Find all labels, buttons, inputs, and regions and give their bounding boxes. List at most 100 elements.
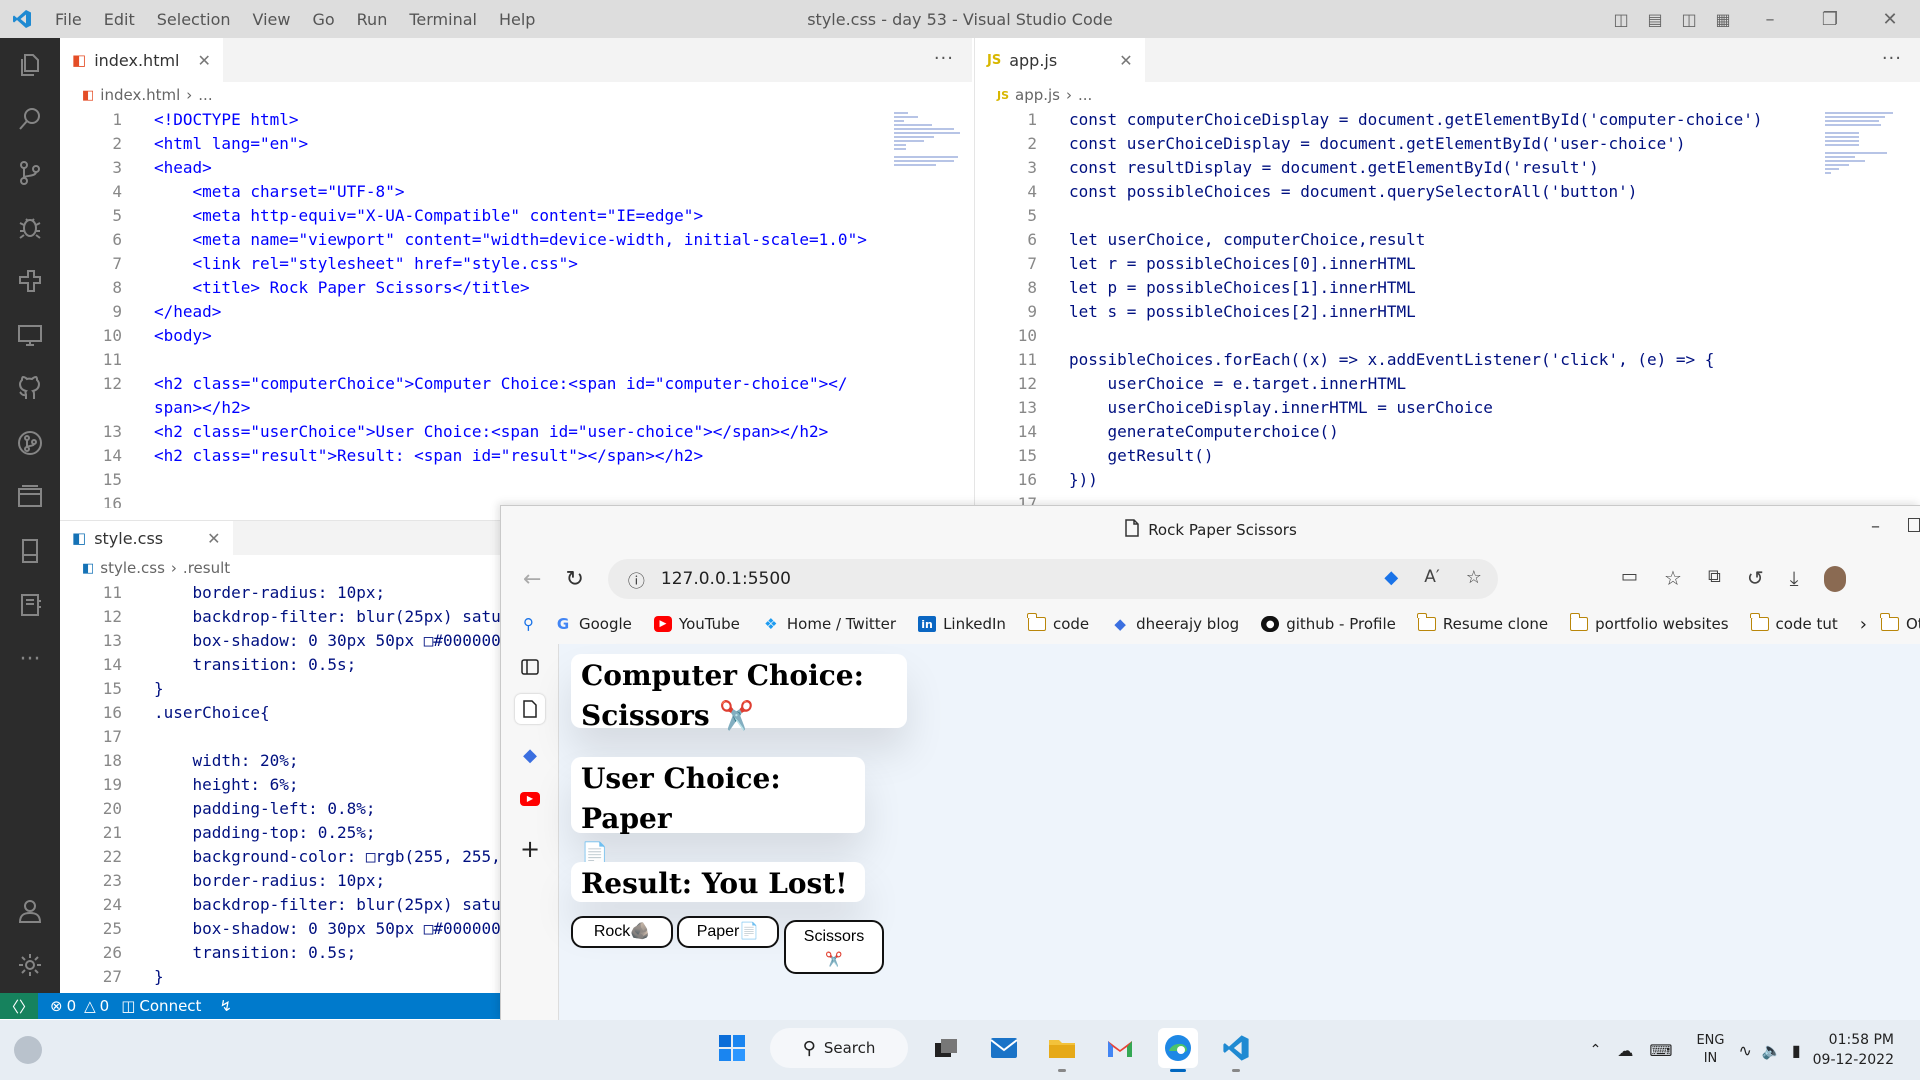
- code-line[interactable]: 15 getResult(): [975, 444, 1920, 468]
- favorites-icon[interactable]: ☆: [1664, 566, 1682, 592]
- code-line[interactable]: 5: [975, 204, 1920, 228]
- profile-avatar[interactable]: [1824, 566, 1847, 592]
- menu-help[interactable]: Help: [488, 10, 546, 29]
- code-line[interactable]: 5 <meta http-equiv="X-UA-Compatible" con…: [60, 204, 972, 228]
- downloads-icon[interactable]: ⤓: [1790, 566, 1799, 592]
- volume-icon[interactable]: 🔈: [1762, 1041, 1782, 1060]
- code-line[interactable]: 9 let s = possibleChoices[2].innerHTML: [975, 300, 1920, 324]
- remote-explorer-icon[interactable]: [0, 308, 60, 362]
- notes-icon[interactable]: [0, 578, 60, 632]
- cast-icon[interactable]: ▭: [1621, 566, 1638, 592]
- code-line[interactable]: 2 const userChoiceDisplay = document.getE…: [975, 132, 1920, 156]
- code-line[interactable]: 6 <meta name="viewport" content="width=d…: [60, 228, 972, 252]
- menu-go[interactable]: Go: [301, 10, 345, 29]
- code-line[interactable]: 17: [60, 725, 500, 749]
- code-line[interactable]: 4 const possibleChoices = document.queryS…: [975, 180, 1920, 204]
- extensions-icon[interactable]: [0, 254, 60, 308]
- code-line[interactable]: 12 userChoice = e.target.innerHTML: [975, 372, 1920, 396]
- menu-selection[interactable]: Selection: [146, 10, 242, 29]
- code-line[interactable]: 13 userChoiceDisplay.innerHTML = userCho…: [975, 396, 1920, 420]
- bookmark-folder-code-tut[interactable]: code tut: [1749, 613, 1838, 633]
- code-line[interactable]: 22 background-color: □rgb(255, 255,: [60, 845, 500, 869]
- code-line[interactable]: 14 generateComputerchoice(): [975, 420, 1920, 444]
- battery-icon[interactable]: ▮: [1792, 1041, 1801, 1060]
- code-line[interactable]: 8 let p = possibleChoices[1].innerHTML: [975, 276, 1920, 300]
- code-line[interactable]: 26 transition: 0.5s;: [60, 941, 500, 965]
- clock[interactable]: 01:58 PM 09-12-2022: [1813, 1030, 1894, 1070]
- breadcrumb-file[interactable]: app.js: [1015, 86, 1060, 104]
- code-line[interactable]: 19 height: 6%;: [60, 773, 500, 797]
- code-line[interactable]: 15}: [60, 677, 500, 701]
- close-tab-icon[interactable]: ✕: [1119, 51, 1132, 70]
- code-line[interactable]: 13 <h2 class="userChoice">User Choice:<sp…: [60, 420, 972, 444]
- code-line[interactable]: 4 <meta charset="UTF-8">: [60, 180, 972, 204]
- collections-icon[interactable]: ⧉: [1708, 566, 1721, 592]
- more-views-icon[interactable]: ···: [0, 632, 60, 686]
- show-hidden-icons-chevron-icon[interactable]: ⌃: [1590, 1042, 1602, 1058]
- bookmark-youtube[interactable]: ▶ YouTube: [653, 615, 740, 633]
- book-icon[interactable]: [0, 524, 60, 578]
- bookmark-github[interactable]: ● github - Profile: [1261, 615, 1396, 633]
- keyboard-icon[interactable]: ⌨: [1649, 1041, 1672, 1060]
- code-line[interactable]: 10 <body>: [60, 324, 972, 348]
- github-icon[interactable]: [0, 362, 60, 416]
- add-favorite-icon[interactable]: ☆: [1466, 567, 1482, 588]
- tab-style-css[interactable]: ◧ style.css ✕: [60, 521, 233, 555]
- menu-view[interactable]: View: [242, 10, 302, 29]
- more-actions-icon[interactable]: ···: [934, 48, 954, 69]
- bookmark-folder-portfolio[interactable]: portfolio websites: [1569, 613, 1729, 633]
- file-explorer-icon[interactable]: [1042, 1028, 1082, 1072]
- code-line[interactable]: 16 .userChoice{: [60, 701, 500, 725]
- code-line[interactable]: 13 box-shadow: 0 30px 50px □#000000: [60, 629, 500, 653]
- code-line[interactable]: 11 border-radius: 10px;: [60, 581, 500, 605]
- code-line[interactable]: 27}: [60, 965, 500, 989]
- breadcrumb-file[interactable]: style.css: [100, 559, 165, 577]
- breadcrumb-symbol[interactable]: .result: [183, 559, 230, 577]
- code-line[interactable]: span></h2>: [60, 396, 972, 420]
- refresh-icon[interactable]: ↻: [565, 567, 583, 592]
- tab-page-icon[interactable]: [515, 694, 545, 724]
- task-view-icon[interactable]: [926, 1028, 966, 1068]
- code-line[interactable]: 11 possibleChoices.forEach((x) => x.addEv…: [975, 348, 1920, 372]
- accounts-icon[interactable]: [0, 884, 60, 938]
- breadcrumb-more[interactable]: ...: [198, 86, 212, 104]
- close-tab-icon[interactable]: ✕: [207, 529, 220, 548]
- menu-run[interactable]: Run: [346, 10, 399, 29]
- toggle-panel-icon[interactable]: ▤: [1640, 10, 1670, 29]
- menu-file[interactable]: File: [44, 10, 93, 29]
- menu-terminal[interactable]: Terminal: [398, 10, 488, 29]
- search-icon[interactable]: ⚲: [523, 615, 534, 633]
- back-arrow-icon[interactable]: ←: [523, 567, 541, 592]
- url-text[interactable]: 127.0.0.1:5500: [661, 569, 791, 589]
- code-line[interactable]: 25 box-shadow: 0 30px 50px □#000000: [60, 917, 500, 941]
- code-line[interactable]: 1 <!DOCTYPE html>: [60, 108, 972, 132]
- scissors-button[interactable]: Scissors ✂️: [784, 920, 884, 974]
- browser-minimize-button[interactable]: –: [1871, 516, 1880, 537]
- editor-groups-icon[interactable]: [0, 470, 60, 524]
- new-tab-plus-icon[interactable]: +: [515, 834, 545, 864]
- bookmark-twitter[interactable]: ❖ Home / Twitter: [762, 615, 896, 633]
- wifi-icon[interactable]: ∿: [1738, 1041, 1751, 1060]
- bookmark-linkedin[interactable]: in LinkedIn: [918, 615, 1006, 633]
- bookmarks-overflow-chevron-icon[interactable]: ›: [1860, 614, 1867, 635]
- code-line[interactable]: 16})): [975, 468, 1920, 492]
- onedrive-cloud-icon[interactable]: ☁: [1617, 1041, 1633, 1060]
- gmail-icon[interactable]: [1100, 1028, 1140, 1068]
- mail-icon[interactable]: [984, 1028, 1024, 1068]
- weather-widget-icon[interactable]: [14, 1036, 42, 1064]
- explorer-icon[interactable]: [0, 38, 60, 92]
- code-line[interactable]: 11: [60, 348, 972, 372]
- maximize-button[interactable]: ❐: [1802, 9, 1858, 30]
- search-icon[interactable]: [0, 92, 60, 146]
- code-area[interactable]: 1 const computerChoiceDisplay = document.…: [975, 108, 1920, 508]
- code-area[interactable]: 1 <!DOCTYPE html> 2 <html lang="en"> 3 <head>…: [60, 108, 972, 508]
- code-line[interactable]: 6 let userChoice, computerChoice,result: [975, 228, 1920, 252]
- bookmark-folder-other[interactable]: Oth: [1880, 613, 1920, 633]
- code-line[interactable]: 15: [60, 468, 972, 492]
- toggle-secondary-sidebar-icon[interactable]: ◫: [1674, 10, 1704, 29]
- bookmark-dheerajy-blog[interactable]: ◆ dheerajy blog: [1111, 615, 1239, 633]
- code-line[interactable]: 21 padding-top: 0.25%;: [60, 821, 500, 845]
- vscode-taskbar-icon[interactable]: [1216, 1028, 1256, 1072]
- customize-layout-icon[interactable]: ▦: [1708, 10, 1738, 29]
- more-actions-icon[interactable]: ···: [1882, 48, 1902, 69]
